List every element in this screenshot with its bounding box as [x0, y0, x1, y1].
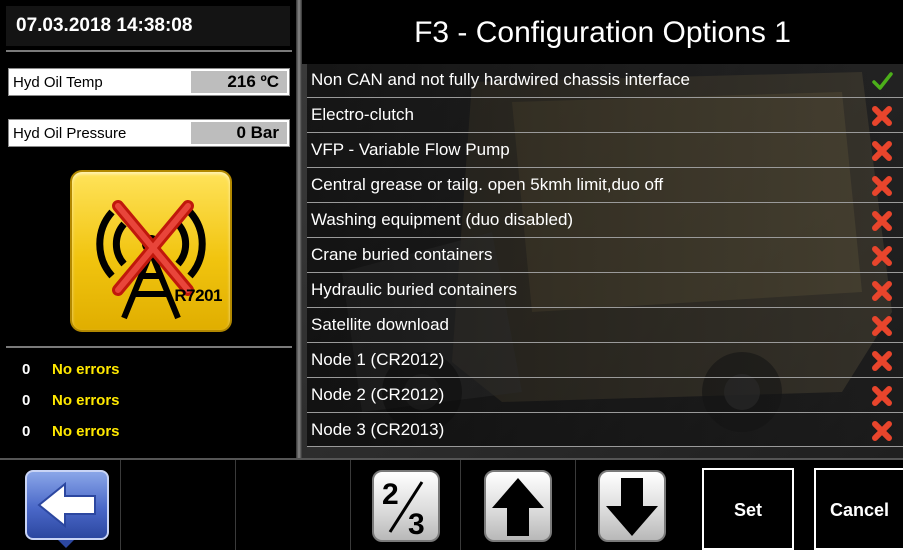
option-row[interactable]: Satellite download [307, 307, 903, 342]
radio-disconnected-icon: R7201 [70, 170, 232, 332]
option-row[interactable]: Node 1 (CR2012) [307, 342, 903, 377]
option-row[interactable]: Node 3 (CR2013) [307, 412, 903, 447]
option-label: Node 2 (CR2012) [311, 385, 445, 404]
option-label: Non CAN and not fully hardwired chassis … [311, 70, 690, 89]
back-button-pointer [58, 540, 74, 548]
option-row[interactable]: Node 2 (CR2012) [307, 377, 903, 412]
error-count: 0 [22, 392, 31, 409]
arrow-left-icon [37, 481, 96, 529]
config-panel: F3 - Configuration Options 1 Non CAN and… [302, 0, 903, 458]
reading-label: Hyd Oil Temp [13, 74, 103, 91]
cross-icon[interactable] [871, 210, 893, 232]
option-row[interactable]: Hydraulic buried containers [307, 272, 903, 307]
current-page-number: 2 [382, 478, 399, 511]
empty-softkey-slot [235, 460, 350, 550]
option-label: Node 1 (CR2012) [311, 350, 445, 369]
option-label: Electro-clutch [311, 105, 414, 124]
reading-value: 216 ºC [191, 71, 287, 93]
option-label: Washing equipment (duo disabled) [311, 210, 574, 229]
option-row[interactable]: VFP - Variable Flow Pump [307, 132, 903, 167]
reading-label: Hyd Oil Pressure [13, 125, 127, 142]
error-row: 0 No errors [22, 389, 120, 413]
back-button[interactable] [25, 470, 109, 540]
divider [6, 346, 292, 348]
error-count: 0 [22, 423, 31, 440]
scroll-down-button[interactable] [598, 470, 666, 542]
hyd-oil-pressure-reading: Hyd Oil Pressure 0 Bar [8, 119, 290, 147]
status-panel: 07.03.2018 14:38:08 Hyd Oil Temp 216 ºC … [0, 0, 296, 458]
option-row[interactable]: Electro-clutch [307, 97, 903, 132]
scroll-up-button[interactable] [484, 470, 552, 542]
option-row[interactable]: Crane buried containers [307, 237, 903, 272]
arrow-up-icon [492, 478, 544, 536]
error-row: 0 No errors [22, 358, 120, 382]
arrow-down-icon [606, 478, 658, 536]
check-icon[interactable] [871, 70, 893, 92]
cross-icon[interactable] [871, 280, 893, 302]
options-list: Non CAN and not fully hardwired chassis … [307, 62, 903, 447]
page-fraction-icon: 2 3 [382, 478, 425, 541]
error-message: No errors [52, 423, 120, 440]
total-page-number: 3 [408, 508, 425, 540]
hyd-oil-temp-reading: Hyd Oil Temp 216 ºC [8, 68, 290, 96]
option-label: VFP - Variable Flow Pump [311, 140, 510, 159]
cross-icon[interactable] [871, 105, 893, 127]
divider [6, 50, 292, 52]
page-indicator-button[interactable]: 2 3 [372, 470, 440, 542]
error-row: 0 No errors [22, 420, 120, 444]
softkey-bar: 2 3 Set Cancel [0, 458, 903, 550]
option-row[interactable]: Washing equipment (duo disabled) [307, 202, 903, 237]
option-label: Hydraulic buried containers [311, 280, 517, 299]
cross-icon[interactable] [871, 315, 893, 337]
cross-icon[interactable] [871, 140, 893, 162]
cross-icon[interactable] [871, 420, 893, 442]
empty-softkey-slot [120, 460, 235, 550]
option-label: Crane buried containers [311, 245, 493, 264]
cross-icon[interactable] [871, 385, 893, 407]
option-label: Central grease or tailg. open 5kmh limit… [311, 175, 664, 194]
error-message: No errors [52, 361, 120, 378]
set-button[interactable]: Set [702, 468, 794, 550]
error-message: No errors [52, 392, 120, 409]
option-row[interactable]: Central grease or tailg. open 5kmh limit… [307, 167, 903, 202]
option-label: Satellite download [311, 315, 449, 334]
reading-value: 0 Bar [191, 122, 287, 144]
page-title: F3 - Configuration Options 1 [302, 0, 903, 64]
cross-icon[interactable] [871, 175, 893, 197]
cross-icon[interactable] [871, 245, 893, 267]
option-label: Node 3 (CR2013) [311, 420, 445, 439]
cancel-button[interactable]: Cancel [814, 468, 903, 550]
cross-icon[interactable] [871, 350, 893, 372]
radio-code-label: R7201 [174, 286, 222, 305]
option-row[interactable]: Non CAN and not fully hardwired chassis … [307, 62, 903, 97]
error-count: 0 [22, 361, 31, 378]
datetime-display: 07.03.2018 14:38:08 [6, 6, 290, 46]
